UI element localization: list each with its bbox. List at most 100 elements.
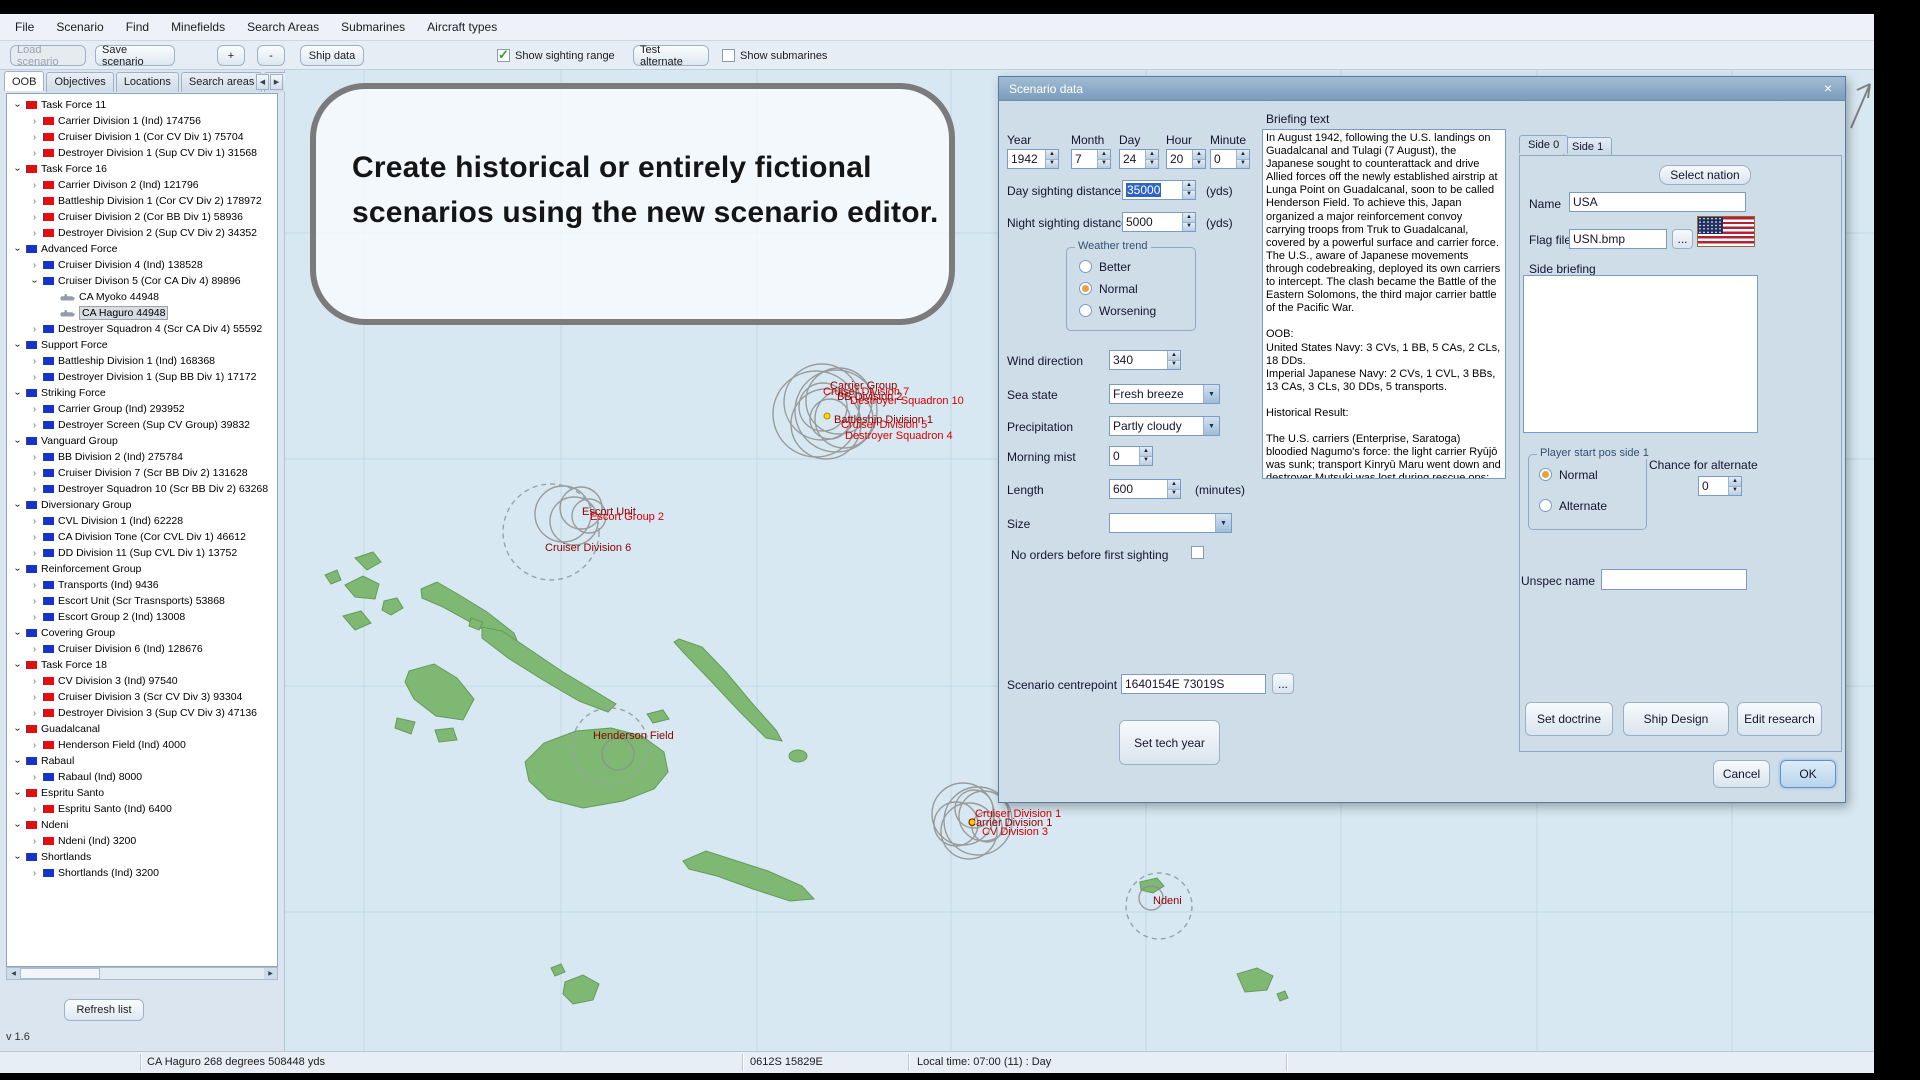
length-spin-icons[interactable]: ▲▼ xyxy=(1167,480,1180,498)
day-sighting-spin-icons[interactable]: ▲▼ xyxy=(1182,181,1195,199)
tree-item[interactable]: ›Rabaul (Ind) 8000 xyxy=(7,769,277,785)
tree-item[interactable]: ›Henderson Field (Ind) 4000 xyxy=(7,737,277,753)
tree-item[interactable]: ›CA Division Tone (Cor CVL Div 1) 46612 xyxy=(7,529,277,545)
menu-aircraft-types[interactable]: Aircraft types xyxy=(416,20,508,34)
expand-icon[interactable]: › xyxy=(28,356,41,367)
expand-icon[interactable]: › xyxy=(28,532,41,543)
tree-item[interactable]: ›BB Division 2 (Ind) 275784 xyxy=(7,449,277,465)
expand-icon[interactable]: › xyxy=(12,659,23,672)
expand-icon[interactable]: › xyxy=(12,163,23,176)
menu-find[interactable]: Find xyxy=(115,20,160,34)
expand-icon[interactable]: › xyxy=(28,468,41,479)
ship-data-button[interactable]: Ship data xyxy=(300,45,364,66)
expand-icon[interactable]: › xyxy=(28,740,41,751)
expand-icon[interactable]: › xyxy=(28,580,41,591)
night-sighting-input[interactable]: 5000▲▼ xyxy=(1122,212,1196,232)
tree-item[interactable]: ›CV Division 3 (Ind) 97540 xyxy=(7,673,277,689)
tab-search-areas[interactable]: Search areas xyxy=(181,72,262,92)
tree-item[interactable]: ›Cruiser Division 1 (Cor CV Div 1) 75704 xyxy=(7,129,277,145)
expand-icon[interactable]: › xyxy=(28,372,41,383)
centrepoint-input[interactable]: 1640154E 73019S xyxy=(1121,674,1266,694)
tree-item[interactable]: ›Cruiser Division 7 (Scr BB Div 2) 13162… xyxy=(7,465,277,481)
tree-horizontal-scrollbar[interactable]: ◀ ▶ xyxy=(6,967,278,980)
expand-icon[interactable]: › xyxy=(12,627,23,640)
expand-icon[interactable]: › xyxy=(28,420,41,431)
tree-item[interactable]: ›CVL Division 1 (Ind) 62228 xyxy=(7,513,277,529)
expand-icon[interactable]: › xyxy=(28,708,41,719)
tree-item[interactable]: ›Ndeni xyxy=(7,817,277,833)
tree-item[interactable]: ›Transports (Ind) 9436 xyxy=(7,577,277,593)
chance-spin-icons[interactable]: ▲▼ xyxy=(1728,477,1741,495)
expand-icon[interactable]: › xyxy=(12,435,23,448)
show-submarines-checkbox[interactable] xyxy=(722,49,735,62)
expand-icon[interactable]: › xyxy=(12,339,23,352)
expand-icon[interactable]: › xyxy=(28,612,41,623)
sea-state-select[interactable]: Fresh breeze▼ xyxy=(1109,384,1220,404)
expand-icon[interactable]: › xyxy=(28,212,41,223)
menu-scenario[interactable]: Scenario xyxy=(45,20,114,34)
tree-item[interactable]: ›Escort Unit (Scr Trasnsports) 53868 xyxy=(7,593,277,609)
precipitation-select[interactable]: Partly cloudy▼ xyxy=(1109,416,1220,436)
expand-icon[interactable]: › xyxy=(28,516,41,527)
tree-item[interactable]: CA Myoko 44948 xyxy=(7,289,277,305)
cancel-button[interactable]: Cancel xyxy=(1713,760,1770,788)
tree-item[interactable]: ›Battleship Division 1 (Cor CV Div 2) 17… xyxy=(7,193,277,209)
tree-item[interactable]: ›Espritu Santo xyxy=(7,785,277,801)
expand-icon[interactable]: › xyxy=(28,836,41,847)
year-stepper[interactable]: 1942▲▼ xyxy=(1007,149,1059,169)
no-orders-checkbox[interactable] xyxy=(1191,546,1204,559)
weather-worsening-radio[interactable] xyxy=(1079,304,1092,317)
briefing-textarea[interactable]: In August 1942, following the U.S. landi… xyxy=(1262,129,1506,479)
tree-item[interactable]: ›Ndeni (Ind) 3200 xyxy=(7,833,277,849)
hour-stepper[interactable]: 20▲▼ xyxy=(1166,149,1206,169)
expand-icon[interactable]: › xyxy=(28,452,41,463)
edit-research-button[interactable]: Edit research xyxy=(1737,702,1822,736)
length-stepper[interactable]: 600▲▼ xyxy=(1109,479,1181,499)
scroll-left-icon[interactable]: ◀ xyxy=(7,968,20,979)
day-stepper[interactable]: 24▲▼ xyxy=(1119,149,1159,169)
chevron-down-icon[interactable]: ▼ xyxy=(1215,514,1231,532)
expand-icon[interactable]: › xyxy=(28,404,41,415)
chevron-down-icon[interactable]: ▼ xyxy=(1203,385,1219,403)
tree-item[interactable]: ›Cruiser Division 4 (Ind) 138528 xyxy=(7,257,277,273)
tree-item[interactable]: ›Escort Group 2 (Ind) 13008 xyxy=(7,609,277,625)
test-alternate-button[interactable]: Test alternate xyxy=(633,45,709,66)
expand-icon[interactable]: › xyxy=(12,499,23,512)
tree-item[interactable]: ›Carrier Divison 2 (Ind) 121796 xyxy=(7,177,277,193)
tree-item[interactable]: ›Task Force 16 xyxy=(7,161,277,177)
tab-locations[interactable]: Locations xyxy=(116,72,179,92)
expand-icon[interactable]: › xyxy=(12,819,23,832)
unspec-name-input[interactable] xyxy=(1601,569,1747,590)
tree-item[interactable]: ›Cruiser Division 3 (Scr CV Div 3) 93304 xyxy=(7,689,277,705)
mist-spin-icons[interactable]: ▲▼ xyxy=(1139,447,1152,465)
tree-item[interactable]: ›Destroyer Division 1 (Sup BB Div 1) 171… xyxy=(7,369,277,385)
hour-spin-icons[interactable]: ▲▼ xyxy=(1192,150,1205,168)
tree-item[interactable]: ›Destroyer Division 3 (Sup CV Div 3) 471… xyxy=(7,705,277,721)
scrollbar-thumb[interactable] xyxy=(20,968,100,979)
tree-item[interactable]: ›Covering Group xyxy=(7,625,277,641)
tree-item[interactable]: ›Task Force 18 xyxy=(7,657,277,673)
load-scenario-button[interactable]: Load scenario xyxy=(10,45,86,66)
tab-objectives[interactable]: Objectives xyxy=(46,72,113,92)
day-spin-icons[interactable]: ▲▼ xyxy=(1145,150,1158,168)
tree-item[interactable]: ›Rabaul xyxy=(7,753,277,769)
tree-item[interactable]: ›Cruiser Division 2 (Cor BB Div 1) 58936 xyxy=(7,209,277,225)
refresh-list-button[interactable]: Refresh list xyxy=(64,999,144,1021)
select-nation-button[interactable]: Select nation xyxy=(1659,165,1751,185)
expand-icon[interactable]: › xyxy=(12,755,23,768)
tree-item[interactable]: ›Reinforcement Group xyxy=(7,561,277,577)
expand-icon[interactable]: › xyxy=(28,772,41,783)
tree-item[interactable]: ›Destroyer Squadron 4 (Scr CA Div 4) 555… xyxy=(7,321,277,337)
tree-item[interactable]: ›Diversionary Group xyxy=(7,497,277,513)
minute-spin-icons[interactable]: ▲▼ xyxy=(1236,150,1249,168)
save-scenario-button[interactable]: Save scenario xyxy=(95,45,175,66)
expand-icon[interactable]: › xyxy=(28,180,41,191)
expand-icon[interactable]: › xyxy=(28,228,41,239)
weather-better-radio[interactable] xyxy=(1079,260,1092,273)
expand-icon[interactable]: › xyxy=(28,148,41,159)
expand-icon[interactable]: › xyxy=(28,692,41,703)
weather-normal-radio[interactable] xyxy=(1079,282,1092,295)
tree-item[interactable]: ›Destroyer Screen (Sup CV Group) 39832 xyxy=(7,417,277,433)
expand-icon[interactable]: › xyxy=(12,851,23,864)
start-pos-normal-radio[interactable] xyxy=(1539,468,1552,481)
